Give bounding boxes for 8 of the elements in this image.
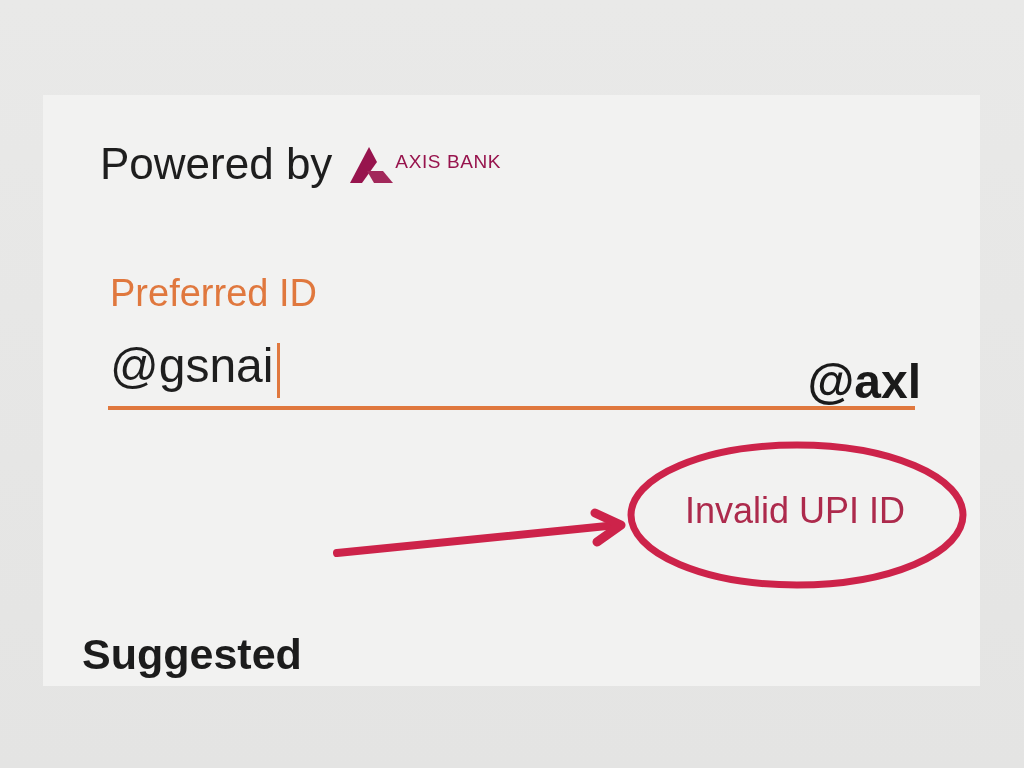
bank-name: AXIS BANK bbox=[395, 151, 502, 171]
error-message: Invalid UPI ID bbox=[684, 493, 905, 529]
section-heading: Suggested bbox=[82, 633, 302, 676]
powered-by-label: Powered by bbox=[100, 142, 333, 186]
text-cursor-icon bbox=[277, 343, 281, 398]
logo-icon bbox=[350, 147, 394, 183]
field-value: @gsnai bbox=[110, 342, 274, 390]
field-label: Preferred ID bbox=[110, 274, 317, 312]
